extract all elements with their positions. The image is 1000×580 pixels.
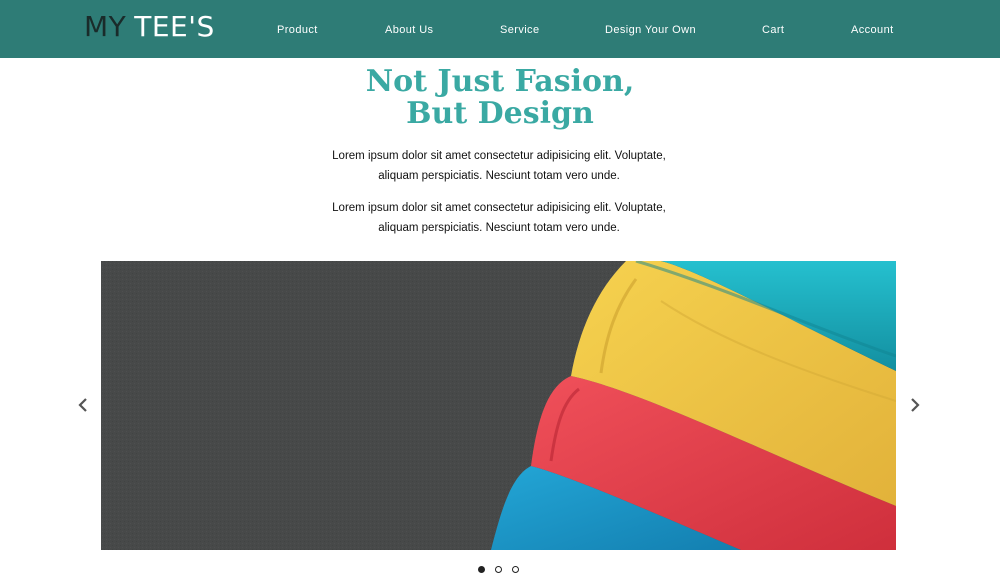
folded-tshirts-image — [101, 261, 896, 550]
hero-title-line-2: But Design — [406, 96, 594, 131]
nav-cart[interactable]: Cart — [762, 21, 784, 39]
carousel-dot-1[interactable] — [478, 566, 485, 573]
paragraph-line: Lorem ipsum dolor sit amet consectetur a… — [332, 150, 666, 162]
carousel-next-button[interactable] — [906, 395, 922, 415]
carousel-indicators — [476, 565, 526, 575]
logo-text-my: MY — [84, 10, 127, 43]
site-logo[interactable]: MY TEE'S — [84, 9, 215, 45]
nav-design-your-own[interactable]: Design Your Own — [605, 21, 696, 39]
paragraph-line: Lorem ipsum dolor sit amet consectetur a… — [332, 202, 666, 214]
hero-paragraph-1: Lorem ipsum dolor sit amet consectetur a… — [300, 146, 698, 186]
carousel-prev-button[interactable] — [76, 395, 92, 415]
paragraph-line: aliquam perspiciatis. Nesciunt totam ver… — [378, 170, 620, 182]
hero-title: Not Just Fasion, But Design — [0, 66, 1000, 130]
paragraph-line: aliquam perspiciatis. Nesciunt totam ver… — [378, 222, 620, 234]
site-header: MY TEE'S Product About Us Service Design … — [0, 0, 1000, 58]
chevron-right-icon — [911, 398, 920, 412]
hero-title-line-1: Not Just Fasion, — [365, 64, 635, 99]
nav-about-us[interactable]: About Us — [385, 21, 433, 39]
logo-text-tees: TEE'S — [134, 10, 215, 43]
nav-product[interactable]: Product — [277, 21, 318, 39]
nav-account[interactable]: Account — [851, 21, 894, 39]
hero-paragraph-2: Lorem ipsum dolor sit amet consectetur a… — [300, 198, 698, 238]
nav-service[interactable]: Service — [500, 21, 539, 39]
carousel-dot-2[interactable] — [495, 566, 502, 573]
carousel-slide-image — [101, 261, 896, 550]
carousel-dot-3[interactable] — [512, 566, 519, 573]
chevron-left-icon — [78, 398, 87, 412]
